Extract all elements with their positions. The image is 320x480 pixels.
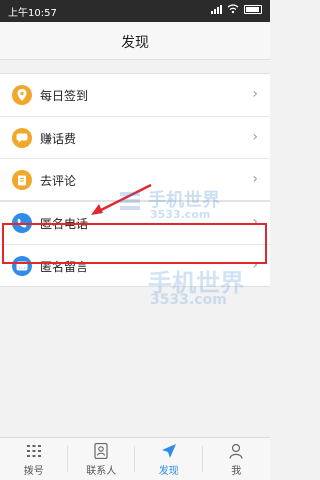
menu-item-earn-credit[interactable]: 赚话费 › bbox=[0, 116, 270, 158]
signal-icon bbox=[211, 4, 222, 14]
chevron-right-icon: › bbox=[252, 129, 258, 145]
chevron-right-icon: › bbox=[252, 171, 258, 187]
watermark-subtext: 3533.com bbox=[150, 208, 211, 221]
chevron-right-icon: › bbox=[252, 86, 258, 102]
tab-me[interactable]: 我 bbox=[203, 438, 271, 480]
tab-label: 拨号 bbox=[23, 465, 44, 477]
tab-contacts[interactable]: 联系人 bbox=[68, 438, 135, 480]
dialpad-icon bbox=[25, 442, 43, 460]
wifi-icon bbox=[227, 4, 239, 14]
contacts-icon bbox=[92, 442, 110, 460]
menu-item-daily-checkin[interactable]: 每日签到 › bbox=[0, 74, 270, 116]
watermark-subtext: 3533.com bbox=[150, 292, 227, 308]
status-time: 上午10:57 bbox=[8, 8, 57, 19]
menu-item-label: 去评论 bbox=[40, 174, 77, 188]
status-bar: 上午10:57 bbox=[0, 0, 270, 22]
comment-icon bbox=[12, 170, 32, 190]
tab-label: 我 bbox=[231, 465, 242, 477]
status-icons bbox=[211, 4, 262, 14]
tab-discover[interactable]: 发现 bbox=[135, 438, 203, 480]
bottom-tab-bar: 拨号 联系人 发现 我 bbox=[0, 437, 270, 480]
app-bar: 发现 bbox=[0, 22, 270, 60]
tab-label: 联系人 bbox=[86, 465, 117, 477]
user-icon bbox=[227, 442, 245, 460]
tab-label: 发现 bbox=[158, 465, 179, 477]
menu-item-label: 赚话费 bbox=[40, 132, 77, 146]
tab-dial[interactable]: 拨号 bbox=[0, 438, 68, 480]
location-pin-icon bbox=[12, 85, 32, 105]
page-title: 发现 bbox=[121, 35, 149, 51]
menu-item-label: 每日签到 bbox=[40, 89, 89, 103]
battery-icon bbox=[244, 4, 262, 14]
discover-icon bbox=[160, 442, 178, 460]
chat-icon bbox=[12, 128, 32, 148]
